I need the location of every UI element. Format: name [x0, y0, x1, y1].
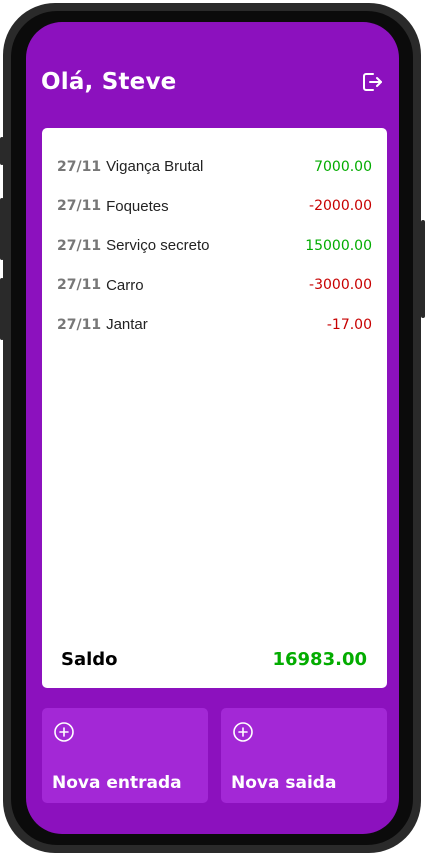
balance-value: 16983.00 [272, 649, 367, 670]
transaction-description: Vigança Brutal [106, 158, 204, 176]
transactions-card: 27/11 Vigança Brutal 7000.00 27/11 Foquetes -… [42, 128, 387, 688]
transaction-date: 27/11 [57, 237, 102, 254]
transaction-value: -17.00 [326, 316, 372, 333]
new-expense-label: Nova saida [231, 773, 337, 793]
transaction-value: 15000.00 [305, 237, 372, 254]
plus-circle-icon [231, 720, 255, 744]
transaction-description: Carro [106, 276, 144, 294]
transaction-list: 27/11 Vigança Brutal 7000.00 27/11 Foquetes -… [42, 128, 387, 345]
transaction-row[interactable]: 27/11 Vigança Brutal 7000.00 [57, 147, 372, 187]
action-buttons: Nova entrada Nova saida [42, 708, 387, 803]
app-screen: Olá, Steve 27/11 Vigança Brutal 7000.00 27/… [26, 22, 399, 834]
transaction-row[interactable]: 27/11 Serviço secreto 15000.00 [57, 226, 372, 266]
new-income-button[interactable]: Nova entrada [42, 708, 208, 803]
side-button-power [421, 220, 425, 318]
balance-row: Saldo 16983.00 [61, 649, 367, 670]
transaction-description: Foquetes [106, 197, 169, 215]
greeting-title: Olá, Steve [41, 69, 177, 95]
side-button-volume-up [0, 198, 4, 260]
transaction-date: 27/11 [57, 198, 102, 215]
transaction-value: 7000.00 [314, 158, 372, 175]
transaction-info: 27/11 Foquetes [57, 198, 169, 215]
transaction-description: Jantar [106, 316, 148, 334]
transaction-value: -3000.00 [309, 277, 372, 294]
transaction-date: 27/11 [57, 316, 102, 333]
transaction-row[interactable]: 27/11 Jantar -17.00 [57, 305, 372, 345]
new-income-label: Nova entrada [52, 773, 182, 793]
new-expense-button[interactable]: Nova saida [221, 708, 387, 803]
transaction-date: 27/11 [57, 277, 102, 294]
side-button-mute [0, 137, 4, 165]
transaction-info: 27/11 Vigança Brutal [57, 158, 203, 175]
transaction-info: 27/11 Carro [57, 277, 144, 294]
transaction-date: 27/11 [57, 158, 102, 175]
transaction-row[interactable]: 27/11 Carro -3000.00 [57, 266, 372, 306]
transaction-info: 27/11 Jantar [57, 316, 148, 333]
side-button-volume-down [0, 278, 4, 340]
header: Olá, Steve [41, 62, 385, 102]
transaction-row[interactable]: 27/11 Foquetes -2000.00 [57, 187, 372, 227]
balance-label: Saldo [61, 649, 118, 670]
plus-circle-icon [52, 720, 76, 744]
logout-icon[interactable] [359, 69, 385, 95]
transaction-description: Serviço secreto [106, 237, 210, 255]
transaction-info: 27/11 Serviço secreto [57, 237, 209, 254]
transaction-value: -2000.00 [309, 198, 372, 215]
